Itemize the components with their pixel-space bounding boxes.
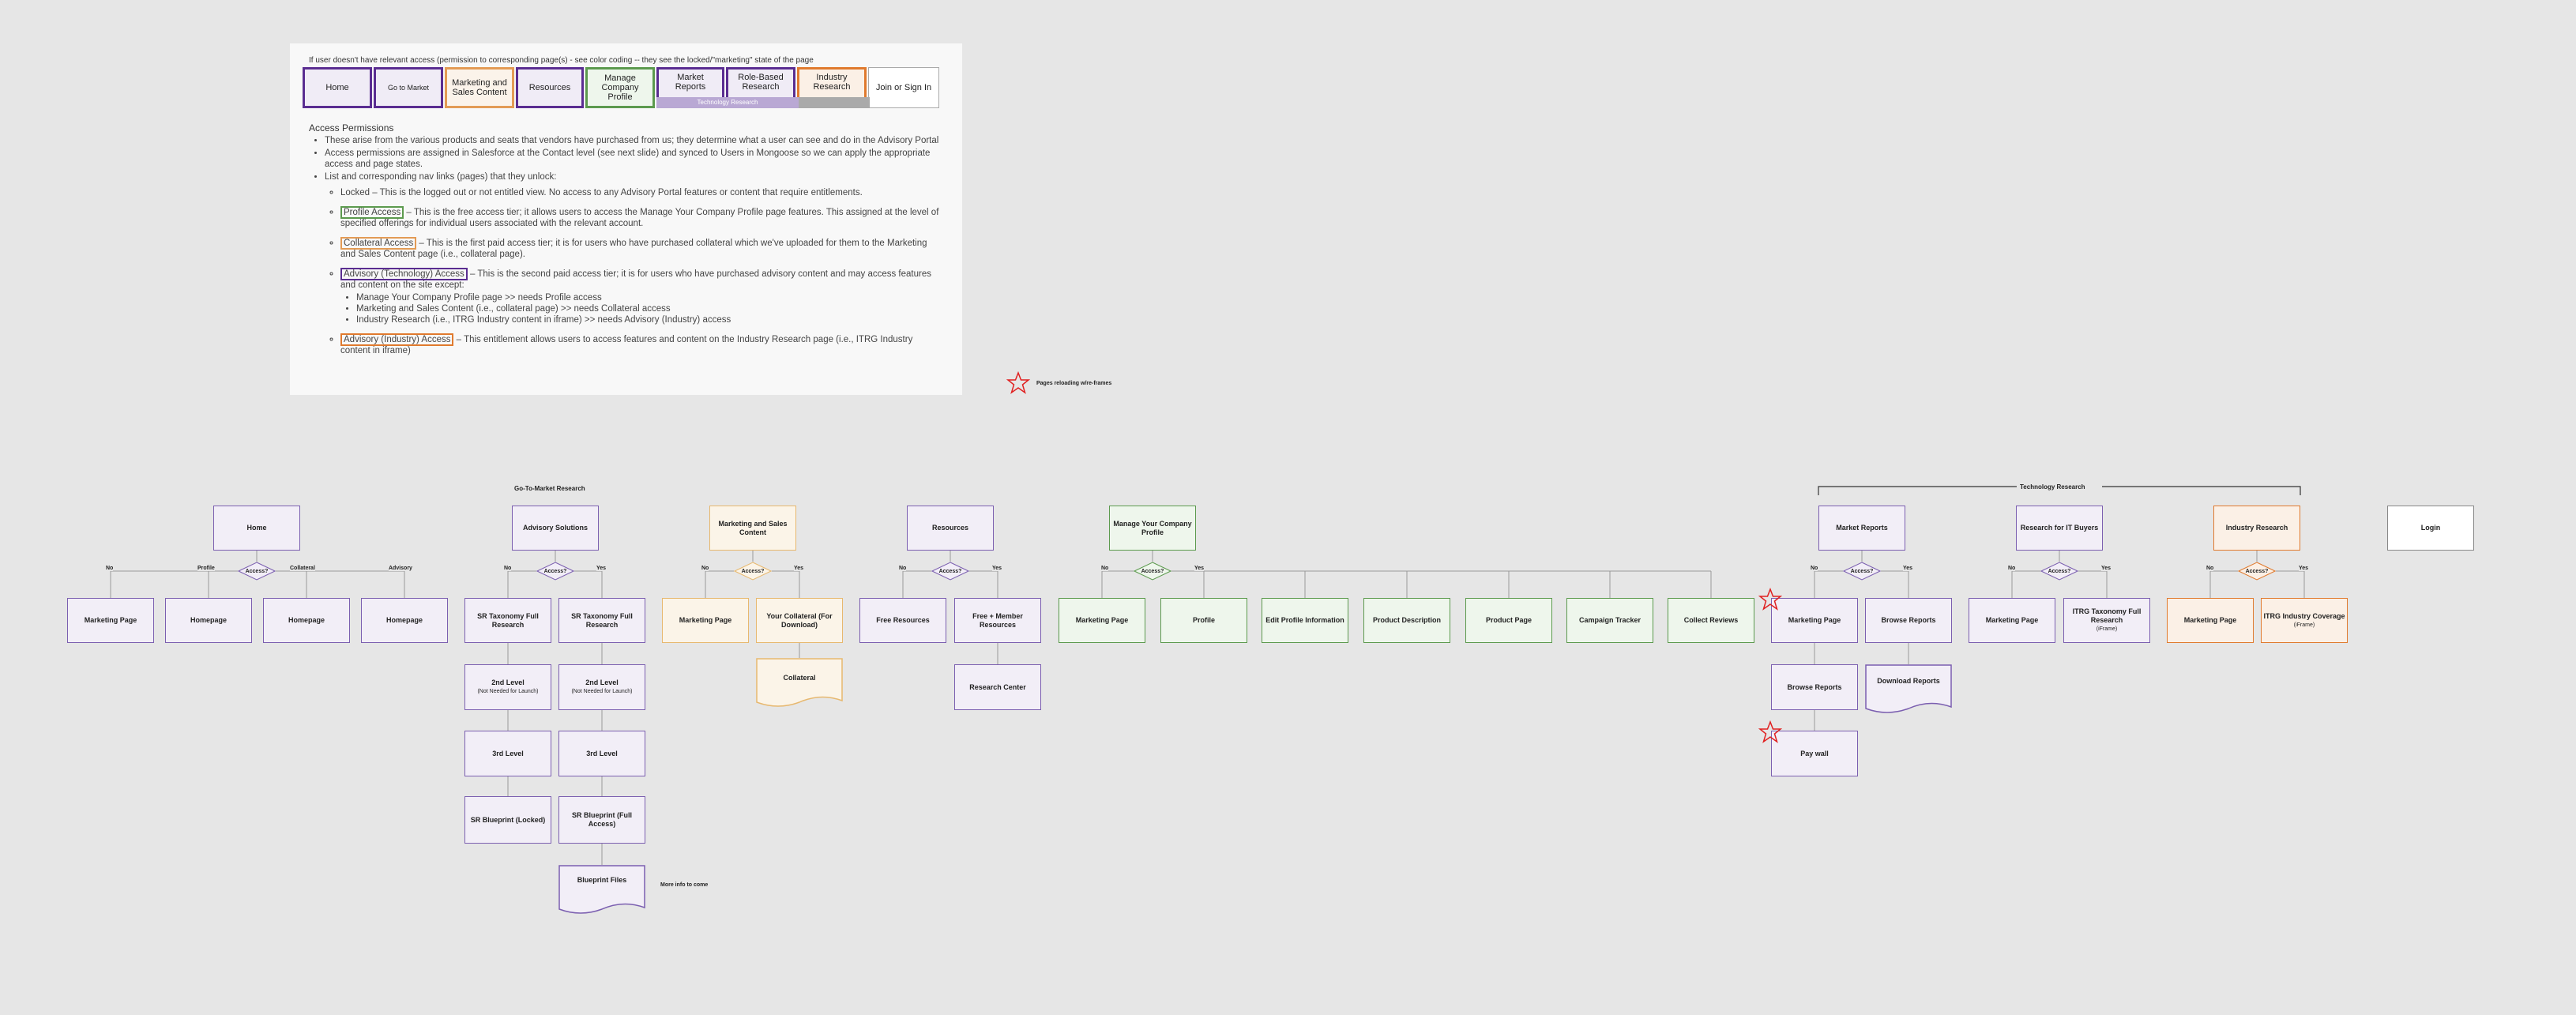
edge-yes-resources: Yes — [992, 566, 1002, 571]
decision-industry: Access? — [2238, 562, 2276, 581]
node-3rd-level-b: 3rd Level — [558, 731, 645, 776]
node-2nd-level-b: 2nd Level (Not Needed for Launch) — [558, 664, 645, 710]
node-resources: Resources — [907, 506, 994, 551]
node-product-page: Product Page — [1465, 598, 1552, 643]
node-ir-marketing: Marketing Page — [2167, 598, 2254, 643]
node-rit-marketing: Marketing Page — [1969, 598, 2055, 643]
node-2nd-level-a-sub: (Not Needed for Launch) — [477, 689, 539, 694]
node-marketing-sales-content: Marketing and Sales Content — [709, 506, 796, 551]
tech-section-label: Technology Research — [2020, 483, 2085, 491]
node-research-center: Research Center — [954, 664, 1041, 710]
star-icon — [1758, 720, 1782, 743]
node-mr-marketing: Marketing Page — [1771, 598, 1858, 643]
edge-yes-research: Yes — [2101, 566, 2112, 571]
node-advisory-solutions: Advisory Solutions — [512, 506, 599, 551]
node-2nd-level-b-title: 2nd Level — [585, 679, 619, 686]
edge-no-industry: No — [2206, 566, 2214, 571]
decision-resources: Access? — [931, 562, 969, 581]
node-paywall: Pay wall — [1771, 731, 1858, 776]
node-manage-profile: Manage Your Company Profile — [1109, 506, 1196, 551]
node-itrg-taxonomy: ITRG Taxonomy Full Research (iFrame) — [2063, 598, 2150, 643]
node-itrg-taxonomy-sub: (iFrame) — [2096, 626, 2118, 632]
edge-profile-home: Profile — [197, 566, 215, 571]
node-product-description: Product Description — [1363, 598, 1450, 643]
decision-market-reports-label: Access? — [1850, 568, 1874, 574]
edge-advisory-home: Advisory — [389, 566, 412, 571]
node-collect-reviews: Collect Reviews — [1668, 598, 1754, 643]
node-home-homepage-2: Homepage — [263, 598, 350, 643]
edge-no-resources: No — [899, 566, 907, 571]
decision-advisory: Access? — [536, 562, 574, 581]
node-free-resources: Free Resources — [859, 598, 946, 643]
node-sr-taxonomy-locked: SR Taxonomy Full Research — [464, 598, 551, 643]
edge-no-market: No — [1811, 566, 1818, 571]
connector-lines — [110, 486, 2305, 865]
node-itrg-industry-title: ITRG Industry Coverage — [2263, 611, 2345, 620]
node-msc-marketing: Marketing Page — [662, 598, 749, 643]
decision-research-it: Access? — [2040, 562, 2078, 581]
node-itrg-industry-sub: (iFrame) — [2293, 622, 2315, 628]
decision-profile-label: Access? — [1141, 568, 1164, 574]
node-profile: Profile — [1160, 598, 1247, 643]
node-blueprint-locked: SR Blueprint (Locked) — [464, 796, 551, 844]
edge-yes-msc: Yes — [794, 566, 804, 571]
node-edit-profile: Edit Profile Information — [1262, 598, 1348, 643]
node-free-member-resources: Free + Member Resources — [954, 598, 1041, 643]
gtm-section-label: Go-To-Market Research — [514, 485, 585, 492]
node-msc-your-collateral: Your Collateral (For Download) — [756, 598, 843, 643]
decision-research-it-label: Access? — [2048, 568, 2071, 574]
edge-yes-advisory: Yes — [596, 566, 607, 571]
node-3rd-level-a: 3rd Level — [464, 731, 551, 776]
edge-no-advisory: No — [504, 566, 512, 571]
decision-home: Access? — [238, 562, 276, 581]
node-home-homepage-3: Homepage — [361, 598, 448, 643]
edge-yes-market: Yes — [1903, 566, 1913, 571]
node-2nd-level-a: 2nd Level (Not Needed for Launch) — [464, 664, 551, 710]
node-market-reports: Market Reports — [1818, 506, 1905, 551]
node-home: Home — [213, 506, 300, 551]
edge-no-research: No — [2008, 566, 2016, 571]
node-collateral: Collateral — [756, 658, 843, 709]
node-home-marketing: Marketing Page — [67, 598, 154, 643]
node-download-reports-label: Download Reports — [1877, 677, 1940, 685]
decision-home-label: Access? — [245, 568, 269, 574]
node-blueprint-files-label: Blueprint Files — [577, 876, 627, 884]
decision-profile: Access? — [1134, 562, 1171, 581]
edge-yes-industry: Yes — [2299, 566, 2309, 571]
node-home-homepage-1: Homepage — [165, 598, 252, 643]
node-campaign-tracker: Campaign Tracker — [1566, 598, 1653, 643]
decision-industry-label: Access? — [2245, 568, 2269, 574]
node-profile-marketing: Marketing Page — [1059, 598, 1145, 643]
node-collateral-label: Collateral — [783, 674, 816, 682]
star-icon — [1758, 588, 1782, 611]
node-itrg-taxonomy-title: ITRG Taxonomy Full Research — [2072, 607, 2142, 624]
node-research-it-buyers: Research for IT Buyers — [2016, 506, 2103, 551]
decision-market-reports: Access? — [1843, 562, 1881, 581]
node-sr-taxonomy-full: SR Taxonomy Full Research — [558, 598, 645, 643]
edge-no-profile: No — [1101, 566, 1109, 571]
node-mr-browse-2: Browse Reports — [1771, 664, 1858, 710]
edge-collateral-home: Collateral — [290, 566, 315, 571]
blueprint-note: More info to come — [660, 882, 709, 888]
edge-no-home: No — [106, 566, 114, 571]
node-industry-research: Industry Research — [2213, 506, 2300, 551]
node-2nd-level-a-title: 2nd Level — [491, 679, 525, 686]
decision-msc-label: Access? — [741, 568, 765, 574]
edge-yes-profile: Yes — [1194, 566, 1205, 571]
node-2nd-level-b-sub: (Not Needed for Launch) — [571, 689, 633, 694]
node-itrg-industry: ITRG Industry Coverage (iFrame) — [2261, 598, 2348, 643]
node-mr-browse: Browse Reports — [1865, 598, 1952, 643]
node-blueprint-files: Blueprint Files — [558, 865, 645, 915]
node-login: Login — [2387, 506, 2474, 551]
node-blueprint-full: SR Blueprint (Full Access) — [558, 796, 645, 844]
decision-resources-label: Access? — [938, 568, 962, 574]
node-download-reports: Download Reports — [1865, 664, 1952, 715]
decision-advisory-label: Access? — [543, 568, 567, 574]
edge-no-msc: No — [701, 566, 709, 571]
decision-msc: Access? — [734, 562, 772, 581]
